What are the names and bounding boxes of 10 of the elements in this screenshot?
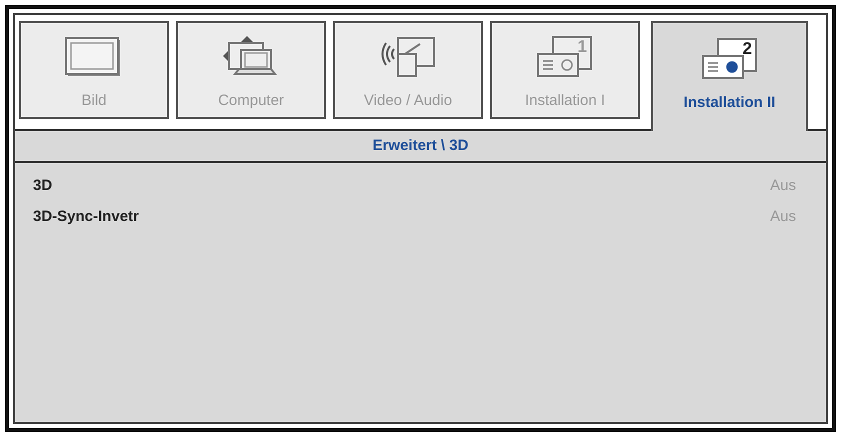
menu-tab[interactable]: 1 Installation I (490, 21, 640, 119)
section-header: Erweitert \ 3D (15, 129, 826, 163)
setting-label: 3D-Sync-Invetr (33, 208, 139, 225)
menu-tab[interactable]: Bild (19, 21, 169, 119)
setting-label: 3D (33, 177, 52, 194)
setting-value: Aus (770, 177, 796, 194)
setting-value: Aus (770, 208, 796, 225)
menu-tab[interactable]: 2 Installation II (651, 21, 808, 131)
menu-tab[interactable]: Computer (176, 21, 326, 119)
menu-tab[interactable]: Video / Audio (333, 21, 483, 119)
